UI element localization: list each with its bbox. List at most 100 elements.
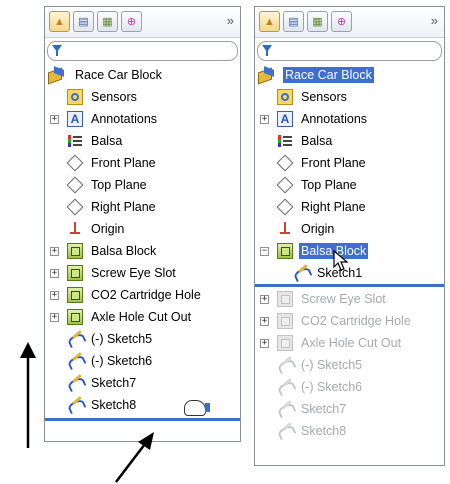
expand-icon[interactable]: + <box>50 313 59 322</box>
tree-item-label: Sensors <box>301 90 347 104</box>
origin-icon <box>67 221 83 237</box>
tree-item[interactable]: Origin <box>67 218 240 240</box>
tree-item-label: (-) Sketch5 <box>301 358 363 372</box>
tree-item[interactable]: (-) Sketch6 <box>67 350 240 372</box>
tree-item-label: Right Plane <box>91 200 156 214</box>
tree-item[interactable]: + Balsa Block <box>50 240 240 262</box>
tree-item[interactable]: Top Plane <box>67 174 240 196</box>
tree-item-suppressed[interactable]: + Screw Eye Slot <box>260 288 444 310</box>
tree-item[interactable]: Balsa <box>277 130 444 152</box>
expand-icon[interactable]: + <box>50 115 59 124</box>
tree-item-label: Front Plane <box>301 156 366 170</box>
property-manager-tab[interactable]: ▤ <box>283 11 304 32</box>
tree-item[interactable]: − Balsa Block <box>260 240 444 262</box>
tree-root-label: Race Car Block <box>75 68 162 82</box>
tree-item[interactable]: + A Annotations <box>260 108 444 130</box>
plane-icon <box>67 199 83 215</box>
feature-manager-tab[interactable]: ▲ <box>49 11 70 32</box>
tree-item[interactable]: + Screw Eye Slot <box>50 262 240 284</box>
tree-item[interactable]: Right Plane <box>277 196 444 218</box>
tree-root[interactable]: Race Car Block <box>257 64 444 86</box>
sketch-icon <box>293 265 309 281</box>
configuration-manager-tab[interactable]: ▦ <box>97 11 118 32</box>
tree-item[interactable]: + A Annotations <box>50 108 240 130</box>
tree-item-label: Balsa <box>91 134 123 148</box>
tree-item-label: Top Plane <box>91 178 147 192</box>
cut-feature-icon <box>277 313 293 329</box>
feature-tree-icon: ▲ <box>54 15 65 28</box>
sketch-icon <box>277 379 293 395</box>
property-icon: ▤ <box>78 16 89 28</box>
tree-item[interactable]: Sketch8 <box>67 394 240 416</box>
tree-item-label: Sensors <box>91 90 137 104</box>
rollback-bar[interactable] <box>45 418 240 421</box>
collapse-icon[interactable]: − <box>260 247 269 256</box>
tree-filter[interactable] <box>257 41 442 61</box>
panel-tab-bar: ▲ ▤ ▦ ⊕ » <box>255 7 444 38</box>
part-icon <box>257 67 277 83</box>
extrude-feature-icon <box>277 243 293 259</box>
filter-icon <box>262 45 272 56</box>
more-tabs-button[interactable]: » <box>227 13 234 28</box>
dimxpert-tab[interactable]: ⊕ <box>331 11 352 32</box>
cut-feature-icon <box>277 291 293 307</box>
dimxpert-tab[interactable]: ⊕ <box>121 11 142 32</box>
tree-item-suppressed[interactable]: Sketch8 <box>277 420 444 442</box>
tree-item[interactable]: Top Plane <box>277 174 444 196</box>
tree-item[interactable]: Sketch7 <box>67 372 240 394</box>
origin-icon <box>277 221 293 237</box>
tree-item[interactable]: + CO2 Cartridge Hole <box>50 284 240 306</box>
tree-item[interactable]: Balsa <box>67 130 240 152</box>
sketch-icon <box>67 353 83 369</box>
expand-icon[interactable]: + <box>50 291 59 300</box>
tree-item[interactable]: Front Plane <box>67 152 240 174</box>
feature-manager-panel-right: ▲ ▤ ▦ ⊕ » Race Car Block Sensors + A Ann… <box>254 6 445 466</box>
tree-item[interactable]: + Axle Hole Cut Out <box>50 306 240 328</box>
tree-item-label: Screw Eye Slot <box>301 292 386 306</box>
expand-icon[interactable]: + <box>260 317 269 326</box>
tree-item[interactable]: Sensors <box>67 86 240 108</box>
expand-icon[interactable]: + <box>50 269 59 278</box>
cut-feature-icon <box>67 287 83 303</box>
plane-icon <box>67 155 83 171</box>
tree-item[interactable]: Origin <box>277 218 444 240</box>
tree-item[interactable]: (-) Sketch5 <box>67 328 240 350</box>
tree-item-suppressed[interactable]: (-) Sketch5 <box>277 354 444 376</box>
property-icon: ▤ <box>288 16 299 28</box>
tree-filter[interactable] <box>47 41 238 61</box>
expand-icon[interactable]: + <box>260 295 269 304</box>
tree-root[interactable]: Race Car Block <box>47 64 240 86</box>
tree-item-label: Sketch8 <box>91 398 137 412</box>
tree-item[interactable]: Right Plane <box>67 196 240 218</box>
configuration-manager-tab[interactable]: ▦ <box>307 11 328 32</box>
tree-root-label: Race Car Block <box>283 67 374 83</box>
expand-icon[interactable]: + <box>260 115 269 124</box>
plane-icon <box>277 155 293 171</box>
more-tabs-button[interactable]: » <box>431 13 438 28</box>
plane-icon <box>277 199 293 215</box>
tree-item-suppressed[interactable]: Sketch7 <box>277 398 444 420</box>
feature-tree-icon: ▲ <box>264 15 275 28</box>
feature-manager-tab[interactable]: ▲ <box>259 11 280 32</box>
mouse-pointer-icon <box>333 250 349 271</box>
rollback-bar[interactable] <box>255 284 444 287</box>
expand-icon[interactable]: + <box>50 247 59 256</box>
tree-item[interactable]: Front Plane <box>277 152 444 174</box>
sketch-icon <box>277 357 293 373</box>
cut-feature-icon <box>67 265 83 281</box>
tree-item-suppressed[interactable]: (-) Sketch6 <box>277 376 444 398</box>
tree-item-label: Right Plane <box>301 200 366 214</box>
tree-item[interactable]: Sensors <box>277 86 444 108</box>
tree-item-label: Annotations <box>301 112 368 126</box>
tree-item-label: Sketch7 <box>301 402 347 416</box>
expand-icon[interactable]: + <box>260 339 269 348</box>
crosshair-icon: ⊕ <box>336 16 347 28</box>
tree-item-label: Front Plane <box>91 156 156 170</box>
tree-item-label: Balsa Block <box>91 244 157 258</box>
tree-item-suppressed[interactable]: + CO2 Cartridge Hole <box>260 310 444 332</box>
tree-item-label: Balsa <box>301 134 333 148</box>
tree-item-label: Top Plane <box>301 178 357 192</box>
property-manager-tab[interactable]: ▤ <box>73 11 94 32</box>
tree-item[interactable]: Sketch1 <box>293 262 444 284</box>
tree-item-suppressed[interactable]: + Axle Hole Cut Out <box>260 332 444 354</box>
